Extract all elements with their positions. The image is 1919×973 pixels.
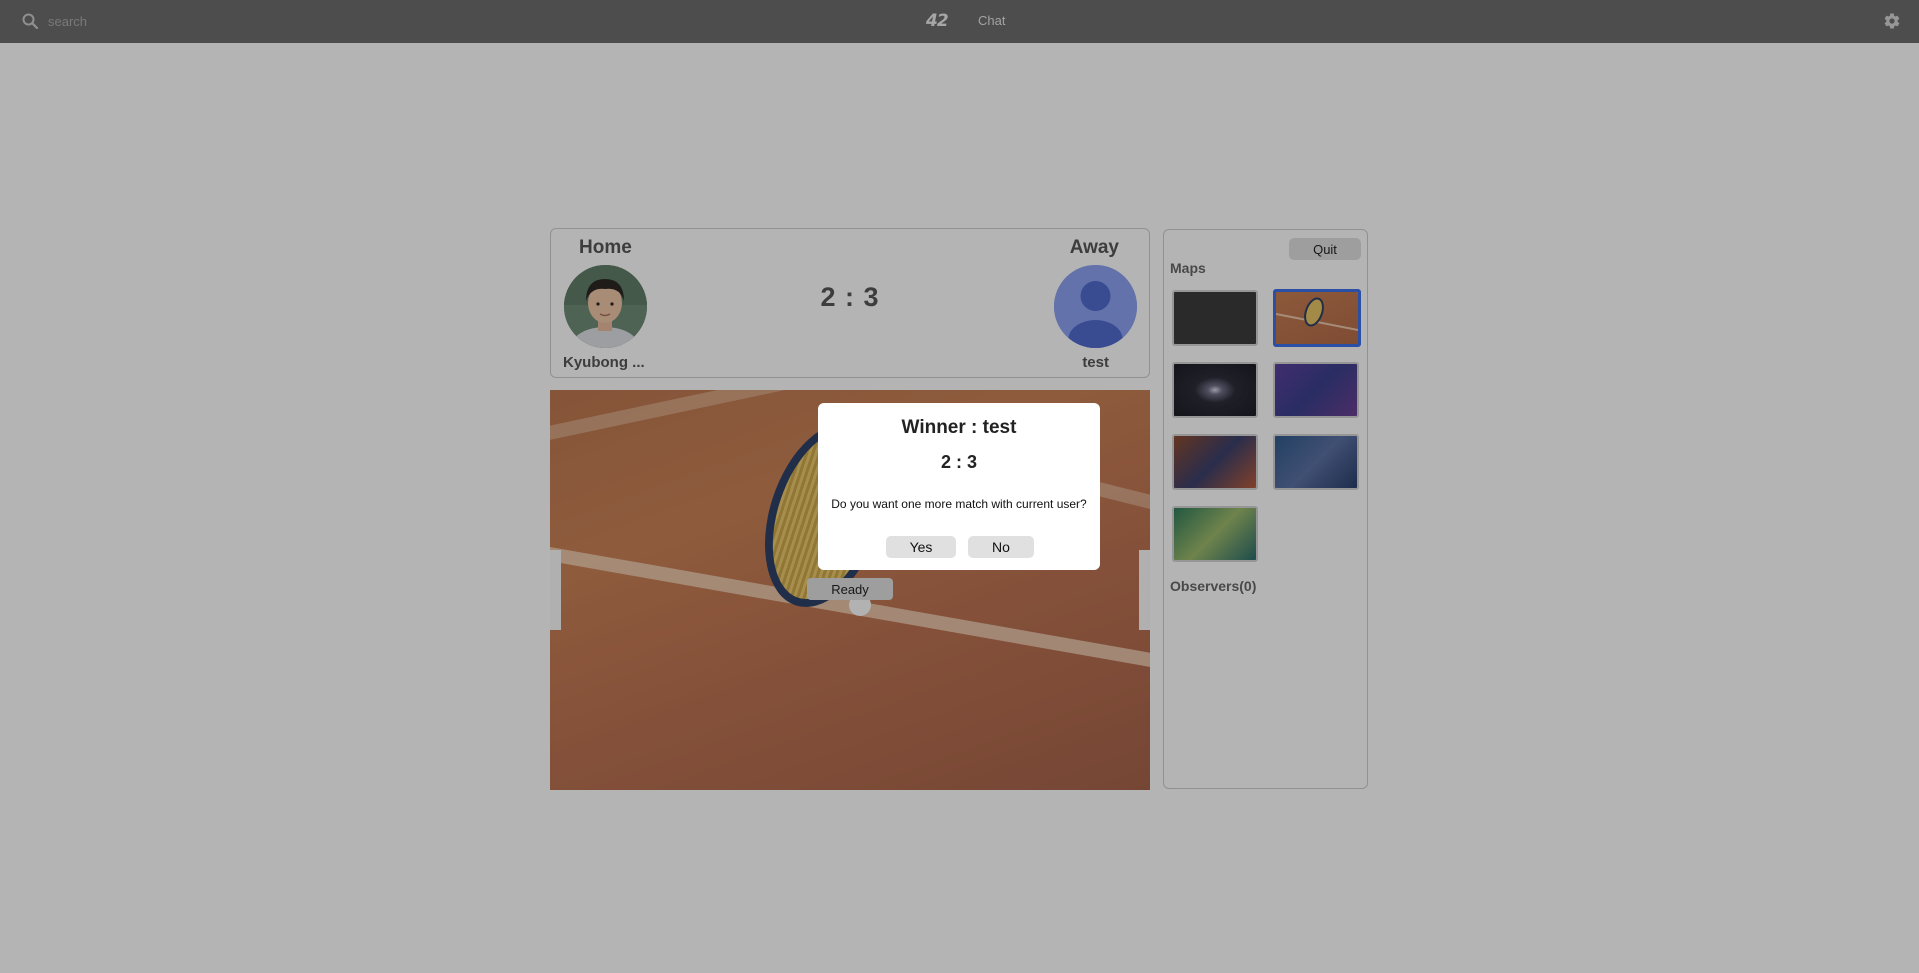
final-score: 2 : 3 [940,452,978,472]
winner-dialog: Winner : test 2 : 3 Do you want one more… [818,403,1100,570]
winner-title: Winner : test [901,417,1017,438]
no-button[interactable]: No [968,536,1034,558]
yes-button[interactable]: Yes [886,536,956,558]
rematch-question: Do you want one more match with current … [831,497,1087,511]
